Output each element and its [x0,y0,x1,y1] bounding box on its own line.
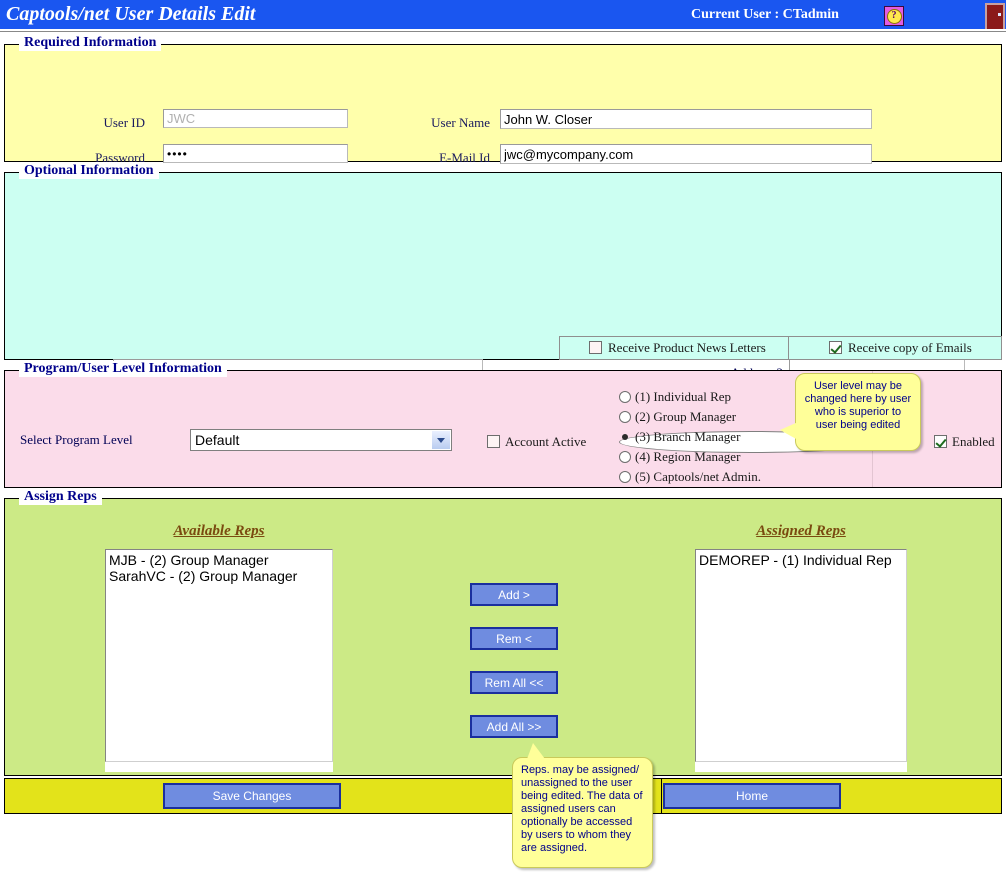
receive-newsletters-label: Receive Product News Letters [608,340,766,356]
receive-email-copy-label: Receive copy of Emails [848,340,972,356]
user-level-label-3: (3) Branch Manager [635,429,740,445]
email-id-input[interactable] [500,144,872,164]
chevron-down-icon[interactable] [432,431,450,449]
add-rep-button[interactable]: Add > [470,583,558,606]
available-reps-heading: Available Reps [105,523,333,540]
available-reps-listbox[interactable]: MJB - (2) Group Manager SarahVC - (2) Gr… [105,549,333,762]
user-level-radio-5[interactable] [619,471,631,483]
account-active-checkbox[interactable] [487,435,500,448]
assigned-reps-heading: Assigned Reps [695,523,907,540]
assign-reps-callout-tail [527,743,545,759]
optional-information-legend: Optional Information [19,163,159,179]
remove-rep-button[interactable]: Rem < [470,627,558,650]
label-user-name: User Name [365,115,490,131]
user-level-callout: User level may be changed here by user w… [795,373,921,451]
assign-reps-callout: Reps. may be assigned/ unassigned to the… [512,757,653,868]
user-name-input[interactable] [500,109,872,129]
mail-preferences-divider [788,337,789,359]
save-changes-button[interactable]: Save Changes [163,783,341,809]
current-user-label: Current User : CTadmin [640,7,890,23]
help-question-glyph: ? [887,9,902,24]
password-input[interactable] [163,144,348,163]
user-level-callout-text: User level may be changed here by user w… [805,380,911,431]
header-divider [0,29,1006,32]
user-level-callout-tail [780,422,798,440]
list-item[interactable]: MJB - (2) Group Manager [109,552,329,568]
program-level-select-value: Default [195,432,239,448]
title-bar: Captools/net User Details Edit Current U… [0,0,1006,29]
enabled-checkbox[interactable] [934,435,947,448]
required-information-legend: Required Information [19,35,161,51]
remove-all-reps-button[interactable]: Rem All << [470,671,558,694]
user-level-radio-2[interactable] [619,411,631,423]
user-id-input[interactable] [163,109,348,128]
user-level-label-2: (2) Group Manager [635,409,736,425]
label-email-id: E-Mail Id [365,150,490,166]
enabled-label: Enabled [952,434,995,450]
footer-divider [661,779,662,813]
assign-reps-callout-text: Reps. may be assigned/ unassigned to the… [521,764,643,854]
footer-bar [4,778,1002,814]
receive-newsletters-checkbox[interactable] [589,341,602,354]
user-details-edit-page: Captools/net User Details Edit Current U… [0,0,1006,872]
home-button[interactable]: Home [663,783,841,809]
mail-preferences-group: Receive Product News Letters Receive cop… [559,336,1002,360]
user-level-label-4: (4) Region Manager [635,449,740,465]
list-item[interactable]: SarahVC - (2) Group Manager [109,568,329,584]
required-information-section: Required Information User ID Password Co… [4,44,1002,162]
list-item[interactable]: DEMOREP - (1) Individual Rep [699,552,903,568]
user-level-radio-4[interactable] [619,451,631,463]
exit-door-icon[interactable] [985,3,1005,31]
program-level-select[interactable]: Default [190,429,452,451]
assign-reps-legend: Assign Reps [19,489,102,505]
account-active-label: Account Active [505,434,586,450]
optional-information-section: Optional Information Address 1 City Zip … [4,172,1002,360]
help-icon[interactable]: ? [884,6,904,26]
user-level-label-5: (5) Captools/net Admin. [635,469,761,485]
page-title: Captools/net User Details Edit [6,3,255,26]
assigned-reps-listbox[interactable]: DEMOREP - (1) Individual Rep [695,549,907,762]
receive-email-copy-checkbox[interactable] [829,341,842,354]
user-level-radio-1[interactable] [619,391,631,403]
label-user-id: User ID [45,115,145,131]
program-user-level-legend: Program/User Level Information [19,361,227,377]
label-select-program-level: Select Program Level [20,432,170,448]
add-all-reps-button[interactable]: Add All >> [470,715,558,738]
user-level-label-1: (1) Individual Rep [635,389,731,405]
